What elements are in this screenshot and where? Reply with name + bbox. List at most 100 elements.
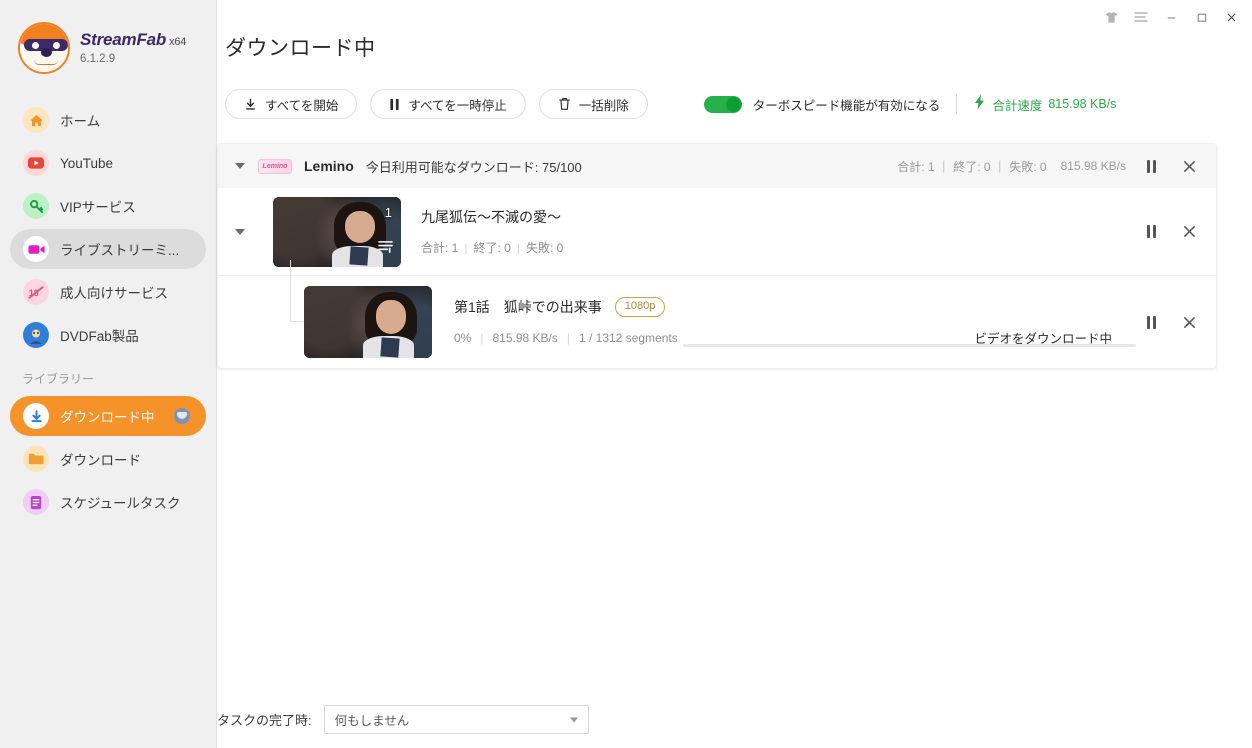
group-collapse-caret-icon[interactable] (232, 158, 248, 174)
episode-close-button[interactable] (1176, 309, 1202, 335)
sidebar-item-label: ホーム (60, 114, 101, 129)
menu-icon[interactable] (1128, 6, 1154, 28)
minimize-icon[interactable] (1158, 6, 1184, 28)
series-collapse-caret-icon[interactable] (232, 224, 248, 240)
page-title: ダウンロード中 (225, 37, 376, 60)
main-content: ダウンロード中 すべてを開始 すべてを一時停止 一括削除 ターボスピード機能が有… (217, 0, 1252, 748)
episode-speed: 815.98 KB/s (492, 330, 558, 345)
series-total: 合計: 1 (421, 241, 459, 255)
episode-segments: 1 / 1312 segments (578, 330, 678, 345)
sidebar-nav: ホーム YouTube VIPサービス ライブストリーミ... 18 成人向けサ… (0, 100, 216, 522)
sidebar-item-label: ダウンロード (60, 453, 141, 468)
group-stats: 合計: 1 ｜ 終了: 0 ｜ 失敗: 0 (897, 159, 1047, 174)
series-stats: 合計: 1 | 終了: 0 | 失敗: 0 (421, 241, 564, 255)
lightning-icon (973, 94, 986, 115)
on-task-complete-label: タスクの完了時: (217, 713, 312, 728)
group-header-right: 合計: 1 ｜ 終了: 0 ｜ 失敗: 0 815.98 KB/s (897, 153, 1202, 179)
sidebar-item-downloading[interactable]: ダウンロード中 (10, 396, 206, 436)
series-done: 終了: 0 (473, 241, 511, 255)
toolbar: すべてを開始 すべてを一時停止 一括削除 ターボスピード機能が有効になる 合計速… (225, 88, 1244, 120)
sidebar-item-adult[interactable]: 18 成人向けサービス (10, 272, 206, 312)
episode-thumbnail (304, 286, 432, 358)
pause-icon (1146, 315, 1156, 329)
adult-18-icon: 18 (23, 279, 49, 305)
sidebar-item-label: スケジュールタスク (60, 496, 181, 511)
series-pause-button[interactable] (1138, 219, 1164, 245)
series-close-button[interactable] (1176, 219, 1202, 245)
tree-connector (290, 260, 291, 322)
sidebar-item-scheduled-tasks[interactable]: スケジュールタスク (10, 482, 206, 522)
pause-icon (1146, 225, 1156, 238)
theme-icon[interactable] (1098, 6, 1124, 28)
episode-percent: 0% (454, 330, 472, 345)
sidebar-item-home[interactable]: ホーム (10, 100, 206, 140)
episode-title: 第1話 狐峠での出来事 (454, 298, 602, 315)
app-version: 6.1.2.9 (80, 53, 116, 66)
pause-all-button[interactable]: すべてを一時停止 (370, 89, 526, 119)
brand: StreamFab x64 6.1.2.9 (0, 0, 216, 74)
delete-all-button[interactable]: 一括削除 (538, 89, 648, 119)
series-info: 九尾狐伝～不滅の愛～ 合計: 1 | 終了: 0 | 失敗: 0 (421, 207, 563, 256)
brand-name: StreamFab x64 (80, 29, 186, 50)
sidebar-item-live-streaming[interactable]: ライブストリーミ... (10, 229, 206, 269)
lemino-logo-text: Lemino (262, 162, 288, 170)
series-thumbnail: 1 (273, 196, 401, 267)
sidebar-item-label: VIPサービス (60, 200, 136, 215)
start-all-button[interactable]: すべてを開始 (225, 89, 358, 119)
maximize-icon[interactable] (1188, 6, 1214, 28)
lemino-logo-icon: Lemino (258, 158, 292, 174)
daily-quota: 今日利用可能なダウンロード: 75/100 (365, 159, 582, 175)
download-group-header: Lemino Lemino 今日利用可能なダウンロード: 75/100 合計: … (218, 144, 1216, 188)
pause-icon (389, 98, 400, 111)
sidebar-item-youtube[interactable]: YouTube (10, 143, 206, 183)
group-speed: 815.98 KB/s (1060, 159, 1126, 173)
sidebar-group-title: ライブラリー (22, 372, 95, 386)
start-all-label: すべてを開始 (265, 98, 339, 113)
sidebar-item-label: ダウンロード中 (60, 410, 155, 425)
total-speed-value: 815.98 KB/s (1048, 97, 1117, 111)
brand-name-text: StreamFab (80, 30, 167, 50)
episode-progress-bar (683, 344, 1136, 347)
group-pause-button[interactable] (1138, 153, 1164, 179)
home-icon (23, 107, 49, 133)
app-window: StreamFab x64 6.1.2.9 ホーム YouTube VIPサービ… (0, 0, 1252, 748)
episode-thumbnail-wrap (304, 286, 432, 358)
pause-all-label: すべてを一時停止 (408, 98, 507, 113)
turbo-speed-toggle[interactable] (703, 95, 742, 113)
playlist-icon (378, 240, 393, 258)
series-row: 1 九尾狐伝～不滅の愛～ 合計: 1 | 終了: 0 | 失敗: 0 (218, 188, 1216, 276)
episode-info: 第1話 狐峠での出来事 1080p 0% | 815.98 KB/s | 1 / 131… (454, 296, 1112, 347)
total-speed: 合計速度 815.98 KB/s (973, 94, 1116, 115)
series-actions (1126, 219, 1202, 245)
sidebar-item-vip[interactable]: VIPサービス (10, 186, 206, 226)
episode-row: 第1話 狐峠での出来事 1080p 0% | 815.98 KB/s | 1 / 131… (218, 260, 1216, 368)
series-failed: 失敗: 0 (525, 241, 564, 255)
schedule-icon (23, 489, 49, 515)
pause-icon (1146, 159, 1156, 173)
episode-pause-button[interactable] (1138, 309, 1164, 335)
sidebar-item-label: DVDFab製品 (60, 329, 139, 344)
download-icon (244, 98, 257, 111)
sidebar-item-label: YouTube (60, 155, 114, 171)
turbo-speed-label: ターボスピード機能が有効になる (752, 98, 941, 113)
delete-all-label: 一括削除 (578, 98, 629, 113)
chevron-down-icon (569, 717, 578, 722)
folder-icon (23, 446, 49, 472)
sidebar-item-dvdfab[interactable]: DVDFab製品 (10, 315, 206, 355)
series-episode-count: 1 (384, 204, 392, 220)
downloading-status-badge (174, 408, 190, 424)
toolbar-divider (956, 94, 958, 114)
sidebar-item-label: ライブストリーミ... (60, 243, 180, 258)
sidebar-item-downloads[interactable]: ダウンロード (10, 439, 206, 479)
youtube-icon (23, 150, 49, 176)
on-task-complete-select[interactable]: 何もしません (323, 705, 589, 734)
download-group-card: Lemino Lemino 今日利用可能なダウンロード: 75/100 合計: … (217, 143, 1217, 369)
episode-actions (1126, 309, 1202, 335)
group-close-button[interactable] (1176, 153, 1202, 179)
turbo-speed-control: ターボスピード機能が有効になる (703, 95, 941, 114)
close-icon[interactable] (1218, 6, 1244, 28)
sidebar-item-label: 成人向けサービス (60, 286, 168, 301)
total-speed-label: 合計速度 (992, 98, 1043, 113)
download-arrow-icon (23, 403, 49, 429)
dvdfab-icon (23, 322, 49, 348)
